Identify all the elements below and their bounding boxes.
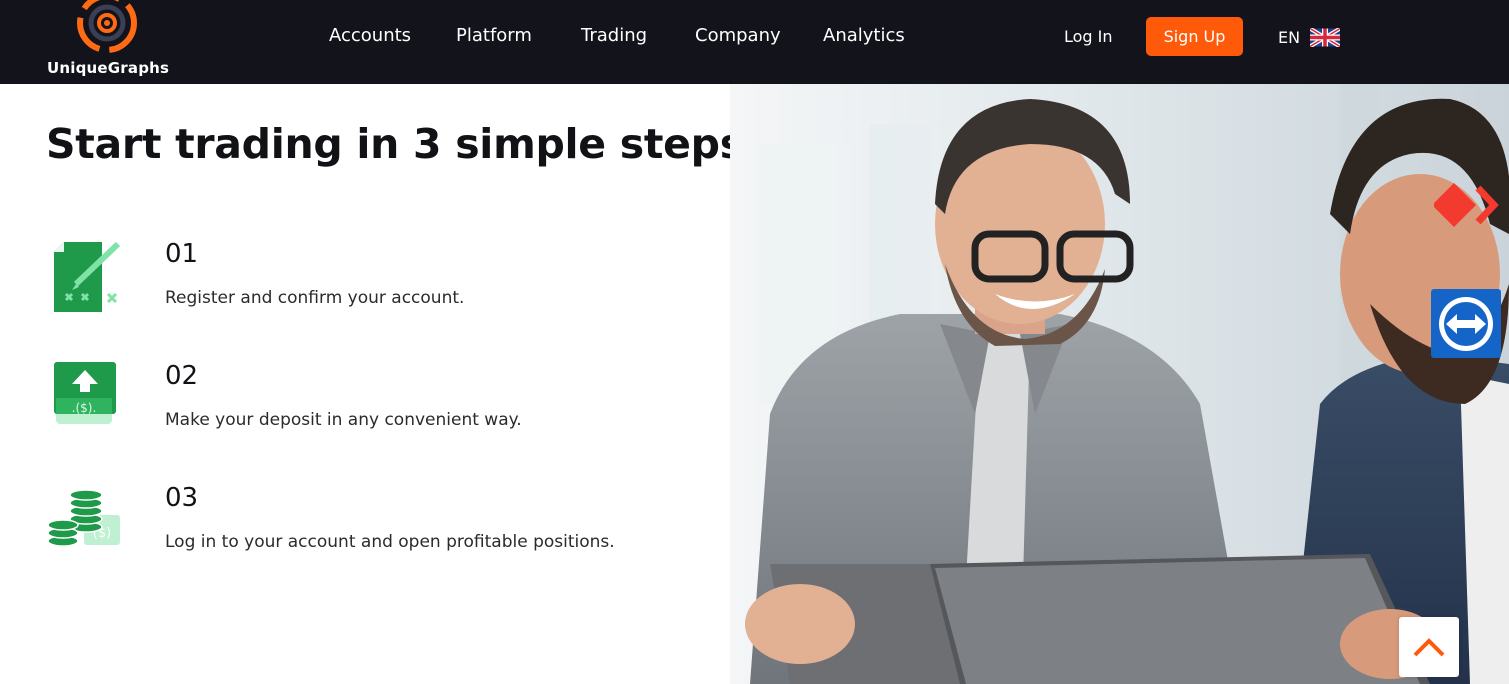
- signup-button[interactable]: Sign Up: [1146, 17, 1243, 56]
- nav-trading[interactable]: Trading: [581, 25, 647, 46]
- nav-company[interactable]: Company: [695, 25, 781, 46]
- language-code: EN: [1278, 27, 1301, 47]
- step-description: Make your deposit in any convenient way.: [165, 410, 522, 430]
- page-headline: Start trading in 3 simple steps: [46, 120, 744, 168]
- nav-analytics[interactable]: Analytics: [823, 25, 905, 46]
- step-number: 03: [165, 483, 199, 513]
- svg-text:.($).: .($).: [72, 401, 97, 415]
- chevron-up-icon: [1413, 638, 1445, 657]
- coins-stack-icon: ($): [47, 489, 120, 547]
- hero-photo: [730, 84, 1509, 684]
- login-link[interactable]: Log In: [1064, 27, 1113, 46]
- nav-accounts[interactable]: Accounts: [329, 25, 411, 46]
- step-description: Log in to your account and open profitab…: [165, 532, 615, 552]
- uk-flag-icon: [1310, 27, 1341, 47]
- scroll-to-top-button[interactable]: [1399, 617, 1459, 677]
- nav-platform[interactable]: Platform: [456, 25, 532, 46]
- teamviewer-symbol: [1439, 296, 1493, 351]
- deposit-upload-icon: .($).: [54, 362, 116, 424]
- step-description: Register and confirm your account.: [165, 288, 465, 308]
- brand-name: UniqueGraphs: [47, 59, 170, 77]
- red-diamond-chevron-icon[interactable]: [1434, 180, 1504, 230]
- brand-logo[interactable]: UniqueGraphs: [44, 0, 174, 84]
- document-pen-icon: [54, 241, 121, 312]
- teamviewer-arrows-icon[interactable]: [1431, 289, 1501, 358]
- language-selector[interactable]: EN: [1278, 26, 1341, 48]
- businessmen-illustration: [730, 84, 1509, 684]
- step-number: 02: [165, 361, 199, 391]
- top-header: UniqueGraphs Accounts Platform Trading C…: [0, 0, 1509, 84]
- logo-mark-icon: [77, 0, 137, 53]
- step-number: 01: [165, 239, 199, 269]
